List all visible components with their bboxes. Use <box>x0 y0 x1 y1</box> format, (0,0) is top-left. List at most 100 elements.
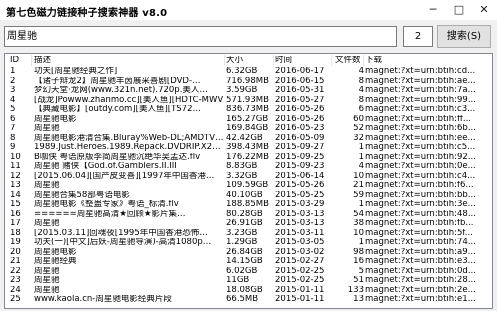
table-row[interactable]: 25 www.kaola.cn-周星驰电影经典片段 66.5MB 2015-01-11… <box>5 295 492 305</box>
row-id-cell: 12 <box>10 171 21 181</box>
minimize-button[interactable]: ─ <box>420 0 446 20</box>
row-time-cell: 2015-01-11 <box>275 295 325 304</box>
row-size-cell: 165.27GB <box>226 114 269 124</box>
row-id-cell: 16 <box>10 209 21 219</box>
table-row[interactable]: 11 周星驰 赌侠【God.of.Gamblers.II.III 8.83GB 201… <box>5 162 492 172</box>
table-row[interactable]: 18 [2015.03.11]回魂夜[1995年中国香港恐怖… 3.23GB 2015… <box>5 229 492 239</box>
row-id-cell: 20 <box>10 247 21 257</box>
row-file-count-cell: 4 <box>358 86 364 95</box>
table-row[interactable]: 1 功夫[周星驰经典之作] 6.32GB 2016-06-17 4 magnet:?xt=… <box>5 67 492 77</box>
row-file-count-cell: 98 <box>353 247 364 257</box>
row-description-cell: ======周星驰高清★回顾★影片集… <box>34 209 186 219</box>
row-size-cell: 40.10GB <box>226 190 263 200</box>
title-bar: 第七色磁力链接种子搜索神器 v8.0 ─ □ ✕ <box>0 0 497 20</box>
row-id-cell: 21 <box>10 257 21 266</box>
table-row[interactable]: 9 1989.Just.Heroes.1989.Repack.DVDRIP.X2…… <box>5 143 492 153</box>
row-time-cell: 2016-06-17 <box>275 67 325 76</box>
row-id-cell: 11 <box>10 162 21 171</box>
row-file-count-cell: 16 <box>353 257 364 266</box>
column-header-download[interactable]: 下载 <box>365 56 490 66</box>
column-divider <box>331 55 332 66</box>
row-time-cell: 2016-06-15 <box>275 76 325 86</box>
row-description-cell: 周星驰电影 <box>34 247 77 257</box>
row-size-cell: 188.85MB <box>226 200 269 209</box>
row-file-count-cell: 60 <box>353 114 364 124</box>
row-size-cell: 3.32GB <box>226 171 258 181</box>
row-description-cell: 周星驰电影港清合集.Bluray%Web-DL;AMDTV… <box>34 133 223 143</box>
row-time-cell: 2015-01-11 <box>275 285 325 295</box>
row-magnet-link-cell: magnet:?xt=urn:btih:fb... <box>365 219 474 228</box>
column-header-id[interactable]: ID <box>10 56 30 66</box>
table-row[interactable]: 8 周星驰电影港清合集.Bluray%Web-DL;AMDTV… 42.42GB 20… <box>5 134 492 144</box>
close-button[interactable]: ✕ <box>471 0 497 20</box>
row-size-cell: 8.83GB <box>226 162 258 171</box>
row-description-cell: 周星驰 赌侠【God.of.Gamblers.II.III <box>34 162 177 171</box>
table-row[interactable]: 2 【诸子辩龙2】周星驰丰茵展采喜剧[DVD-… 716.98MB 2016-06-1… <box>5 77 492 87</box>
row-id-cell: 15 <box>10 200 21 209</box>
maximize-button[interactable]: □ <box>446 0 472 20</box>
row-description-cell: 周星驰电影 <box>34 114 77 124</box>
row-id-cell: 3 <box>10 86 16 95</box>
row-file-count-cell: 13 <box>353 295 364 304</box>
table-row[interactable]: 17 周星驰 26.91GB 2015-03-13 38 magnet:?xt=urn:b… <box>5 219 492 229</box>
table-row[interactable]: 4 [战龙]Powww.zhanmo.cc][美人鱼][HDTC-MWV… 571.… <box>5 96 492 106</box>
row-size-cell: 109.59GB <box>226 181 269 190</box>
table-row[interactable]: 15 周星驰电影《整蛊专家》粤语_标清.flv 188.85MB 2015-03-29… <box>5 200 492 210</box>
row-description-cell: www.kaola.cn-周星驰电影经典片段 <box>34 295 172 304</box>
row-time-cell: 2015-09-27 <box>275 143 325 152</box>
row-file-count-cell: 1 <box>358 200 364 209</box>
row-magnet-link-cell: magnet:?xt=urn:btih:5f... <box>365 228 473 238</box>
column-header-time[interactable]: 时间 <box>275 56 331 66</box>
row-size-cell: 42.42GB <box>226 133 263 143</box>
table-row[interactable]: 19 功夫(一)[中文]后妖-周星驰导演)-高清1080p… 1.29GB 2015-… <box>5 238 492 248</box>
table-row[interactable]: 20 周星驰电影 26.84GB 2015-03-02 98 magnet:?xt=urn… <box>5 248 492 258</box>
table-row[interactable]: 14 周星驰合集58部粤语电影 40.10GB 2015-05-25 59 magnet:… <box>5 191 492 201</box>
column-header-size[interactable]: 大小 <box>226 56 274 66</box>
table-row[interactable]: 23 周星驰 11GB 2015-02-25 51 magnet:?xt=urn:btih… <box>5 276 492 286</box>
row-time-cell: 2015-03-13 <box>275 219 325 228</box>
row-size-cell: 716.98MB <box>226 76 269 86</box>
row-id-cell: 1 <box>10 67 16 76</box>
column-header-description[interactable]: 描述 <box>34 56 223 66</box>
search-input[interactable]: 周星驰 <box>4 26 397 47</box>
table-row[interactable]: 13 周星驰 109.59GB 2015-05-26 21 magnet:?xt=urn:… <box>5 181 492 191</box>
row-magnet-link-cell: magnet:?xt=urn:btih:ff... <box>365 114 471 124</box>
table-row[interactable]: 3 梦幻天堂·龙网(www.321n.net).720p.美人… 3.59GB 201… <box>5 86 492 96</box>
column-divider <box>363 55 364 66</box>
row-description-cell: [2015.03.11]回魂夜[1995年中国香港恐怖… <box>34 228 208 238</box>
row-description-cell: 周星驰 <box>34 124 60 133</box>
table-row[interactable]: 5 【典藏电影】[outdy.com][美人鱼][TS72… 836.73MB 201… <box>5 105 492 115</box>
column-header-file-count[interactable]: 文件数 <box>335 56 361 66</box>
table-row[interactable]: 24 周星驰 18.08GB 2015-01-11 133 magnet:?xt=urn:… <box>5 286 492 296</box>
row-id-cell: 6 <box>10 114 16 124</box>
row-size-cell: 6.02GB <box>226 266 258 276</box>
row-magnet-link-cell: magnet:?xt=urn:btih:92... <box>365 152 476 162</box>
row-file-count-cell: 8 <box>358 76 364 86</box>
row-description-cell: 【典藏电影】[outdy.com][美人鱼][TS72… <box>34 105 201 114</box>
table-row[interactable]: 16 ======周星驰高清★回顾★影片集… 80.28GB 2015-03-13 54… <box>5 210 492 220</box>
results-table[interactable]: ID 描述 大小 时间 文件数 下载 1 功夫[周星驰经典之作] 6.32GB 201… <box>4 53 493 309</box>
row-magnet-link-cell: magnet:?xt=urn:btih:f6... <box>365 181 474 190</box>
page-number-field[interactable]: 2 <box>403 26 433 47</box>
row-time-cell: 2015-03-11 <box>275 228 325 238</box>
row-file-count-cell: 6 <box>358 105 364 114</box>
table-row[interactable]: 10 B咖侠 粤语原版李简周星驰沉绝华吴孟达.flv 176.22MB 2015-09… <box>5 153 492 163</box>
table-row[interactable]: 6 周星驰电影 165.27GB 2016-05-26 60 magnet:?xt=urn… <box>5 115 492 125</box>
row-time-cell: 2016-05-09 <box>275 133 325 143</box>
row-size-cell: 176.22MB <box>226 152 269 162</box>
row-magnet-link-cell: magnet:?xt=urn:btih:48... <box>365 209 476 219</box>
table-row[interactable]: 7 周星驰 169.84GB 2016-05-23 52 magnet:?xt=urn:b… <box>5 124 492 134</box>
table-row[interactable]: 21 周星驰经典 14.15GB 2015-02-27 16 magnet:?xt=urn… <box>5 257 492 267</box>
row-time-cell: 2016-05-26 <box>275 114 325 124</box>
row-description-cell: 周星驰 <box>34 285 60 295</box>
search-button[interactable]: 搜索(S) <box>437 25 491 48</box>
row-id-cell: 2 <box>10 76 16 86</box>
table-row[interactable]: 22 周星驰 6.02GB 2015-02-25 5 magnet:?xt=urn:bti… <box>5 267 492 277</box>
row-magnet-link-cell: magnet:?xt=urn:btih:2e... <box>365 285 476 295</box>
row-id-cell: 24 <box>10 285 21 295</box>
row-id-cell: 13 <box>10 181 21 190</box>
row-magnet-link-cell: magnet:?xt=urn:btih:ae... <box>365 76 476 86</box>
table-row[interactable]: 12 [2015.06.04][国产皮变喜][1997年中国香港… 3.32GB 20… <box>5 172 492 182</box>
row-magnet-link-cell: magnet:?xt=urn:btih:e3... <box>365 257 476 266</box>
row-size-cell: 18.08GB <box>226 285 263 295</box>
